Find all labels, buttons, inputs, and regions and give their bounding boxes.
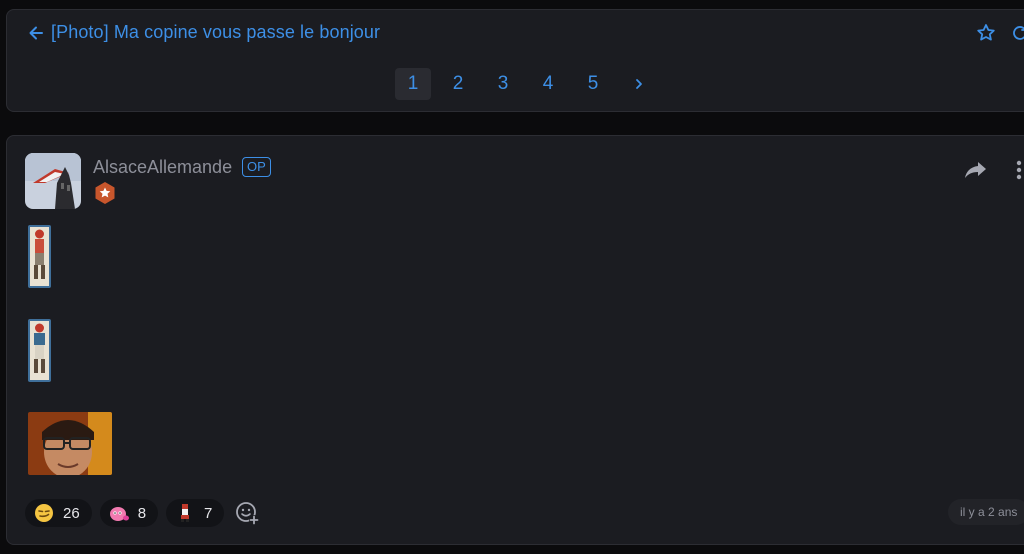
- reaction-mini-character[interactable]: 7: [166, 499, 225, 527]
- sticker-image[interactable]: [28, 412, 112, 475]
- refresh-icon[interactable]: [1009, 22, 1024, 44]
- star-hexagon-badge-icon: [93, 181, 117, 205]
- smirk-emoji-icon: [33, 502, 55, 524]
- mini-character-emoji-icon: [174, 502, 196, 524]
- back-arrow-icon[interactable]: [27, 24, 45, 42]
- chevron-right-icon[interactable]: [624, 68, 654, 100]
- sticker-image[interactable]: [28, 319, 51, 382]
- reaction-pink-blob[interactable]: 8: [99, 499, 159, 527]
- topic-title[interactable]: [Photo] Ma copine vous passe le bonjour: [51, 22, 380, 43]
- page-3[interactable]: 3: [485, 68, 521, 100]
- reaction-count: 8: [137, 504, 147, 522]
- avatar[interactable]: [25, 153, 81, 209]
- page-1[interactable]: 1: [395, 68, 431, 100]
- reactions-bar: 26 8 7: [25, 498, 262, 528]
- reaction-count: 7: [204, 504, 213, 522]
- author-name[interactable]: AlsaceAllemande: [93, 157, 232, 178]
- reaction-count: 26: [63, 504, 80, 522]
- post-card: AlsaceAllemande OP 26 8 7 il y a 2 ans: [6, 135, 1024, 545]
- topic-header: [Photo] Ma copine vous passe le bonjour …: [6, 9, 1024, 112]
- page-4[interactable]: 4: [530, 68, 566, 100]
- more-vertical-icon[interactable]: [1011, 158, 1024, 182]
- page-5[interactable]: 5: [575, 68, 611, 100]
- sticker-image[interactable]: [28, 225, 51, 288]
- reaction-smirk[interactable]: 26: [25, 499, 92, 527]
- share-icon[interactable]: [963, 159, 989, 181]
- add-reaction-icon[interactable]: [232, 498, 262, 528]
- post-timestamp[interactable]: il y a 2 ans: [948, 499, 1024, 525]
- star-icon[interactable]: [975, 22, 997, 44]
- pink-blob-emoji-icon: [108, 502, 130, 524]
- page-2[interactable]: 2: [440, 68, 476, 100]
- pagination: 1 2 3 4 5: [395, 68, 654, 100]
- op-badge: OP: [242, 157, 271, 177]
